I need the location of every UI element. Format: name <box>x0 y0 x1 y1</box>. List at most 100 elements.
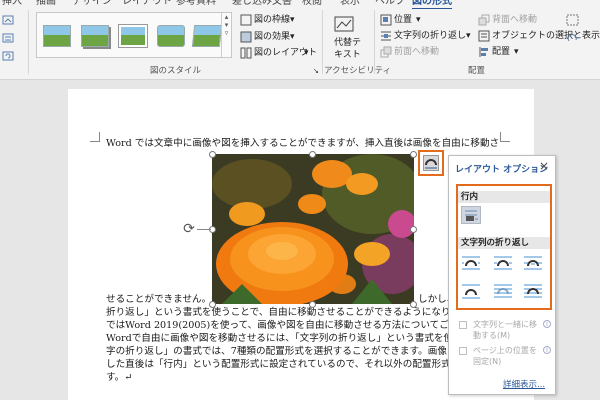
paragraph-line[interactable]: Wordで自由に画像や図を移動させるには、「文字列の折り返し」という書式を使用 <box>106 333 463 345</box>
selection-pane-icon[interactable] <box>478 30 490 42</box>
compress-icon[interactable] <box>2 32 16 44</box>
style-thumbnail[interactable] <box>191 25 223 47</box>
group-objects-icon[interactable] <box>566 14 580 26</box>
tab-layout[interactable]: レイアウト <box>122 0 172 8</box>
group-label-arrange: 配置 <box>468 66 486 76</box>
tab-review[interactable]: 校閲 <box>302 0 322 8</box>
through-wrap-option[interactable] <box>523 254 543 272</box>
chevron-down-icon[interactable]: ▾ <box>514 47 519 58</box>
layout-options-icon <box>423 155 439 171</box>
close-icon[interactable]: × <box>539 159 549 173</box>
style-thumbnail[interactable] <box>118 24 148 48</box>
send-backward-button: 背面へ移動 <box>492 15 538 25</box>
picture-effects-button[interactable]: 図の効果 <box>254 32 290 43</box>
info-icon: i <box>543 346 551 354</box>
chevron-down-icon[interactable]: ▾ <box>304 48 309 59</box>
group-label-accessibility: アクセシビリティ <box>324 66 392 76</box>
group-label-picture-styles: 図のスタイル <box>150 66 202 76</box>
style-thumbnail[interactable] <box>81 25 109 47</box>
tab-view[interactable]: 表示 <box>340 0 360 8</box>
chevron-down-icon[interactable]: ▾ <box>290 15 295 26</box>
bring-forward-icon <box>380 46 392 58</box>
picture-layout-icon[interactable] <box>240 47 252 59</box>
align-button[interactable]: 配置 <box>492 47 510 58</box>
align-icon[interactable] <box>478 46 490 58</box>
tab-mailings[interactable]: 差し込み文書 <box>232 0 292 8</box>
resize-handle[interactable] <box>410 301 417 308</box>
wrap-text-button[interactable]: 文字列の折り返し <box>394 31 466 42</box>
tight-wrap-icon <box>494 256 512 270</box>
through-wrap-icon <box>524 256 542 270</box>
adjust-icon[interactable] <box>2 14 16 26</box>
tab-design[interactable]: デザイン <box>72 0 112 8</box>
in-line-with-text-icon <box>465 210 478 221</box>
paragraph-line[interactable]: 折り返し」という書式を使うことで、自由に移動させることができるようになり <box>106 307 451 319</box>
resize-handle[interactable] <box>209 151 216 158</box>
paragraph-line[interactable]: した直後は「行内」という配置形式に設定されているので、それ以外の配置形式 <box>106 359 451 371</box>
move-with-text-radio <box>459 321 467 329</box>
style-thumbnail[interactable] <box>43 25 71 47</box>
alt-text-button-line2[interactable]: キスト <box>334 50 361 61</box>
paragraph-line[interactable]: 字の折り返し」の書式では、7種類の配置形式を選択することができます。画像 <box>106 346 447 358</box>
square-wrap-icon <box>462 256 480 270</box>
ribbon: 挿入 描画 デザイン レイアウト 参考資料 差し込み文書 校閲 表示 ヘルプ 図… <box>0 0 600 80</box>
info-icon: i <box>543 320 551 328</box>
paragraph-line[interactable]: ではWord 2019(2005)を使って、画像や図を自由に移動させる方法につい… <box>106 320 449 332</box>
dialog-launcher-icon[interactable]: ↘ <box>313 66 319 77</box>
marigold-illustration <box>212 154 414 304</box>
paragraph-line[interactable]: す。↵ <box>106 372 132 384</box>
alt-text-button[interactable]: 代替テ <box>334 38 361 49</box>
chevron-down-icon[interactable]: ▾ <box>466 31 471 42</box>
resize-handle[interactable] <box>309 301 316 308</box>
crop-mark <box>500 132 510 142</box>
chevron-down-icon[interactable]: ▾ <box>416 15 421 26</box>
layout-options-button[interactable] <box>418 150 444 176</box>
wrap-text-icon[interactable] <box>380 30 392 42</box>
move-with-text-label-2: 動する(M) <box>473 331 511 340</box>
tab-references[interactable]: 参考資料 <box>176 0 216 8</box>
tab-insert[interactable]: 挿入 <box>2 0 22 8</box>
picture-effects-icon[interactable] <box>240 31 252 43</box>
fix-position-label: ページ上の位置を <box>473 346 537 355</box>
tab-draw[interactable]: 描画 <box>36 0 56 8</box>
marigold-photo[interactable] <box>212 154 414 304</box>
move-with-text-label: 文字列と一緒に移 <box>473 320 537 329</box>
picture-style-gallery[interactable]: ▴ ▾ ▿ <box>36 12 232 58</box>
panel-title: レイアウト オプション <box>455 165 549 175</box>
tab-help[interactable]: ヘルプ <box>375 0 405 8</box>
position-button[interactable]: 位置 <box>394 15 412 26</box>
tab-picture-format[interactable]: 図の形式 <box>412 0 452 9</box>
picture-border-button[interactable]: 図の枠線 <box>254 15 290 26</box>
crop-mark <box>90 132 100 142</box>
in-front-of-text-option[interactable] <box>523 282 543 300</box>
chevron-down-icon[interactable]: ▾ <box>290 32 295 43</box>
alt-text-icon[interactable] <box>334 16 354 34</box>
resize-handle[interactable] <box>410 151 417 158</box>
rotate-objects-icon[interactable] <box>566 32 580 44</box>
top-and-bottom-wrap-icon <box>462 284 480 299</box>
resize-handle[interactable] <box>309 151 316 158</box>
resize-handle[interactable] <box>209 301 216 308</box>
wrap-heading: 文字列の折り返し <box>458 237 550 249</box>
rotate-connector <box>197 229 211 230</box>
style-thumbnail[interactable] <box>157 25 185 47</box>
bring-forward-button: 前面へ移動 <box>394 47 440 57</box>
square-wrap-option[interactable] <box>461 254 481 272</box>
selection-pane-button[interactable]: オブジェクトの選択と表示 <box>492 31 600 42</box>
position-icon[interactable] <box>380 14 392 26</box>
tight-wrap-option[interactable] <box>493 254 513 272</box>
top-bottom-wrap-option[interactable] <box>461 282 481 300</box>
paragraph-line[interactable]: Word では文章中に画像や図を挿入することができますが、挿入直後は画像を自由に… <box>106 138 499 150</box>
see-more-link[interactable]: 詳細表示... <box>503 378 545 390</box>
fix-position-label-2: 固定(N) <box>473 357 502 366</box>
rotate-handle-icon[interactable]: ⟳ <box>181 221 197 237</box>
inline-option[interactable] <box>461 206 481 224</box>
paragraph-line[interactable]: せることができません。 <box>106 294 211 306</box>
behind-text-option[interactable] <box>493 282 513 300</box>
ribbon-tabs: 挿入 描画 デザイン レイアウト 参考資料 差し込み文書 校閲 表示 ヘルプ 図… <box>0 0 600 9</box>
reset-picture-icon[interactable] <box>2 50 16 62</box>
picture-border-icon[interactable] <box>240 14 252 26</box>
resize-handle[interactable] <box>410 226 417 233</box>
gallery-scroll[interactable]: ▴ ▾ ▿ <box>221 13 231 57</box>
send-backward-icon <box>478 14 490 26</box>
